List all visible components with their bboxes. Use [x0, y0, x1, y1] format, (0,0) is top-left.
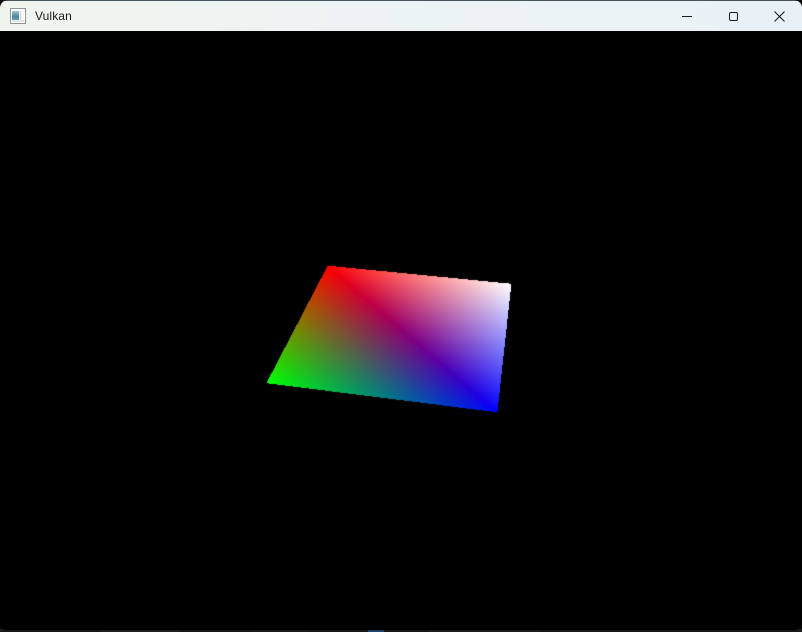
app-icon-bottom-bar	[12, 20, 24, 22]
maximize-button[interactable]	[710, 1, 756, 31]
close-icon	[774, 11, 785, 22]
window-title: Vulkan	[35, 9, 72, 23]
window-controls	[664, 1, 802, 31]
minimize-button[interactable]	[664, 1, 710, 31]
vulkan-app-window: Vulkan	[0, 0, 802, 630]
close-button[interactable]	[756, 1, 802, 31]
maximize-icon	[729, 12, 738, 21]
app-window-icon[interactable]	[10, 8, 26, 24]
minimize-icon	[682, 16, 692, 17]
vulkan-render-viewport	[0, 31, 802, 630]
desktop: Vulkan	[0, 0, 802, 632]
title-bar[interactable]: Vulkan	[0, 0, 802, 31]
